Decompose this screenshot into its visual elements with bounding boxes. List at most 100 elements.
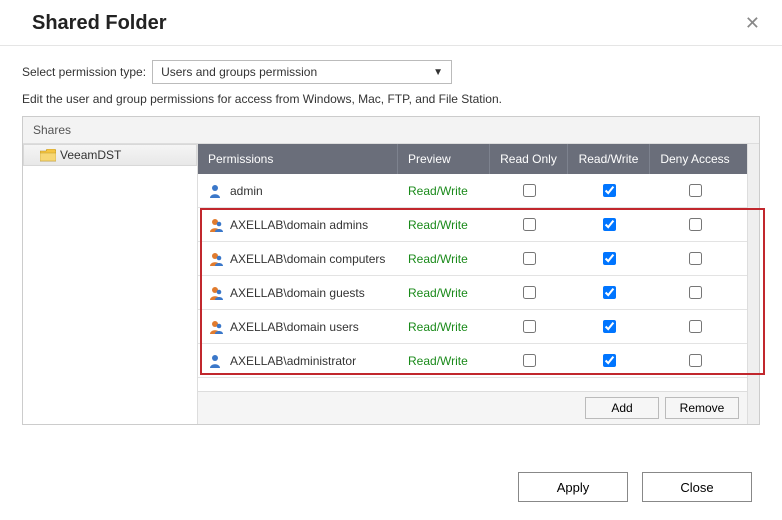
cell-read-only [490,310,568,343]
preview-value: Read/Write [408,252,468,266]
permission-type-label: Select permission type: [22,65,146,79]
permission-hint: Edit the user and group permissions for … [22,92,760,106]
cell-permissions: admin [198,174,398,207]
cell-read-only [490,174,568,207]
cell-deny-access [650,276,740,309]
cell-preview: Read/Write [398,174,490,207]
user-icon [208,285,224,301]
preview-value: Read/Write [408,184,468,198]
cell-permissions: AXELLAB\domain admins [198,208,398,241]
user-icon [208,251,224,267]
cell-deny-access [650,208,740,241]
cell-permissions: AXELLAB\domain users [198,310,398,343]
user-name: AXELLAB\administrator [230,354,356,368]
checkbox[interactable] [523,354,536,367]
preview-value: Read/Write [408,354,468,368]
col-read-write[interactable]: Read/Write [568,144,650,174]
shared-folder-dialog: Shared Folder ✕ Select permission type: … [0,0,782,520]
cell-read-only [490,242,568,275]
cell-permissions: AXELLAB\domain guests [198,276,398,309]
cell-preview: Read/Write [398,276,490,309]
user-name: AXELLAB\domain admins [230,218,368,232]
preview-value: Read/Write [408,218,468,232]
checkbox[interactable] [603,184,616,197]
table-footer: Add Remove [198,391,747,424]
tree-node-veeamdst[interactable]: VeeamDST [23,144,197,166]
cell-read-only [490,344,568,377]
col-permissions[interactable]: Permissions [198,144,398,174]
checkbox[interactable] [689,354,702,367]
checkbox[interactable] [603,252,616,265]
table-header: Permissions Preview Read Only Read/Write… [198,144,747,174]
close-icon[interactable]: ✕ [745,13,760,34]
permissions-table: Permissions Preview Read Only Read/Write… [198,144,747,424]
checkbox[interactable] [523,320,536,333]
checkbox[interactable] [603,320,616,333]
dialog-footer: Apply Close [0,450,782,520]
checkbox[interactable] [523,252,536,265]
cell-read-write [568,174,650,207]
user-icon [208,319,224,335]
close-button[interactable]: Close [642,472,752,502]
checkbox[interactable] [689,252,702,265]
cell-preview: Read/Write [398,242,490,275]
chevron-down-icon: ▼ [433,67,443,78]
cell-read-only [490,276,568,309]
remove-button[interactable]: Remove [665,397,739,419]
col-read-only[interactable]: Read Only [490,144,568,174]
checkbox[interactable] [523,286,536,299]
checkbox[interactable] [689,320,702,333]
col-deny-access[interactable]: Deny Access [650,144,740,174]
shares-label: Shares [23,117,759,144]
shares-panel: Shares VeeamDST P [22,116,760,425]
table-body: admin Read/Write AXELLAB\domain admins Read… [198,174,747,391]
checkbox[interactable] [603,354,616,367]
cell-read-write [568,242,650,275]
folder-icon [40,149,56,162]
checkbox[interactable] [603,218,616,231]
cell-deny-access [650,310,740,343]
cell-preview: Read/Write [398,208,490,241]
cell-permissions: AXELLAB\domain computers [198,242,398,275]
table-row[interactable]: AXELLAB\domain admins Read/Write [198,208,747,242]
user-icon [208,353,224,369]
table-row[interactable]: admin Read/Write [198,174,747,208]
cell-permissions: AXELLAB\administrator [198,344,398,377]
table-row[interactable]: AXELLAB\domain computers Read/Write [198,242,747,276]
cell-deny-access [650,344,740,377]
cell-deny-access [650,174,740,207]
cell-preview: Read/Write [398,310,490,343]
table-row[interactable]: AXELLAB\domain guests Read/Write [198,276,747,310]
user-name: admin [230,184,263,198]
checkbox[interactable] [603,286,616,299]
dialog-header: Shared Folder ✕ [0,0,782,46]
tree-node-label: VeeamDST [60,148,121,162]
cell-read-only [490,208,568,241]
permission-type-row: Select permission type: Users and groups… [22,60,760,84]
preview-value: Read/Write [408,320,468,334]
shares-tree: VeeamDST [23,144,198,424]
checkbox[interactable] [523,184,536,197]
scrollbar[interactable] [747,144,759,424]
user-name: AXELLAB\domain computers [230,252,385,266]
cell-read-write [568,276,650,309]
permission-type-dropdown[interactable]: Users and groups permission ▼ [152,60,452,84]
add-button[interactable]: Add [585,397,659,419]
cell-deny-access [650,242,740,275]
checkbox[interactable] [689,218,702,231]
dialog-title: Shared Folder [32,12,166,35]
col-preview[interactable]: Preview [398,144,490,174]
checkbox[interactable] [523,218,536,231]
checkbox[interactable] [689,184,702,197]
user-icon [208,183,224,199]
checkbox[interactable] [689,286,702,299]
user-name: AXELLAB\domain guests [230,286,365,300]
cell-preview: Read/Write [398,344,490,377]
apply-button[interactable]: Apply [518,472,628,502]
panel-body: VeeamDST Permissions Preview Read Only R… [23,144,759,424]
permission-type-value: Users and groups permission [161,65,317,79]
table-row[interactable]: AXELLAB\domain users Read/Write [198,310,747,344]
table-row[interactable]: AXELLAB\administrator Read/Write [198,344,747,378]
user-name: AXELLAB\domain users [230,320,359,334]
dialog-content: Select permission type: Users and groups… [0,46,782,450]
